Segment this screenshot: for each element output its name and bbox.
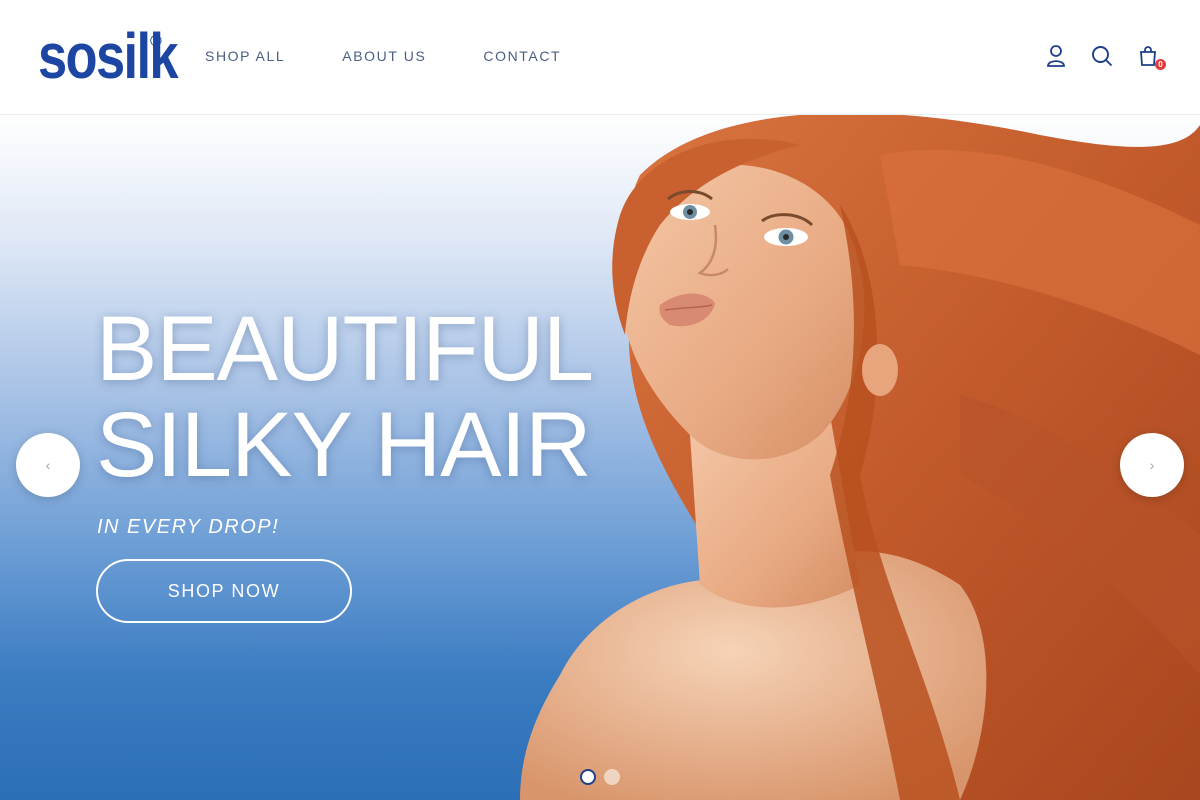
user-icon[interactable] bbox=[1044, 42, 1068, 70]
slider-dot-1[interactable] bbox=[580, 769, 596, 785]
slider-dots bbox=[580, 769, 620, 785]
brand-logo-text: sosilk bbox=[38, 20, 179, 92]
main-nav: SHOP ALL ABOUT US CONTACT bbox=[205, 46, 618, 66]
chevron-left-icon: ‹ bbox=[45, 457, 51, 473]
cart-icon[interactable]: 0 bbox=[1136, 42, 1166, 70]
site-header: sosilk ® SHOP ALL ABOUT US CONTACT 0 bbox=[0, 0, 1200, 115]
chevron-right-icon: › bbox=[1149, 457, 1155, 473]
nav-about-us[interactable]: ABOUT US bbox=[342, 46, 426, 66]
slider-prev-button[interactable]: ‹ bbox=[16, 433, 80, 497]
registered-mark: ® bbox=[150, 33, 162, 50]
search-icon[interactable] bbox=[1090, 42, 1114, 70]
hero-slider: BEAUTIFUL SILKY HAIR IN EVERY DROP! SHOP… bbox=[0, 115, 1200, 800]
shop-now-button[interactable]: SHOP NOW bbox=[96, 559, 352, 623]
hero-title: BEAUTIFUL SILKY HAIR bbox=[96, 301, 656, 493]
header-actions: 0 bbox=[1044, 42, 1166, 70]
cart-count-badge: 0 bbox=[1155, 59, 1166, 70]
hero-title-line-2: SILKY HAIR bbox=[96, 394, 592, 496]
brand-logo[interactable]: sosilk ® bbox=[38, 20, 207, 94]
hero-title-line-1: BEAUTIFUL bbox=[96, 298, 594, 400]
slider-dot-2[interactable] bbox=[604, 769, 620, 785]
slider-next-button[interactable]: › bbox=[1120, 433, 1184, 497]
hero-subtitle: IN EVERY DROP! bbox=[97, 516, 280, 538]
nav-contact[interactable]: CONTACT bbox=[483, 46, 561, 66]
nav-shop-all[interactable]: SHOP ALL bbox=[205, 46, 285, 66]
